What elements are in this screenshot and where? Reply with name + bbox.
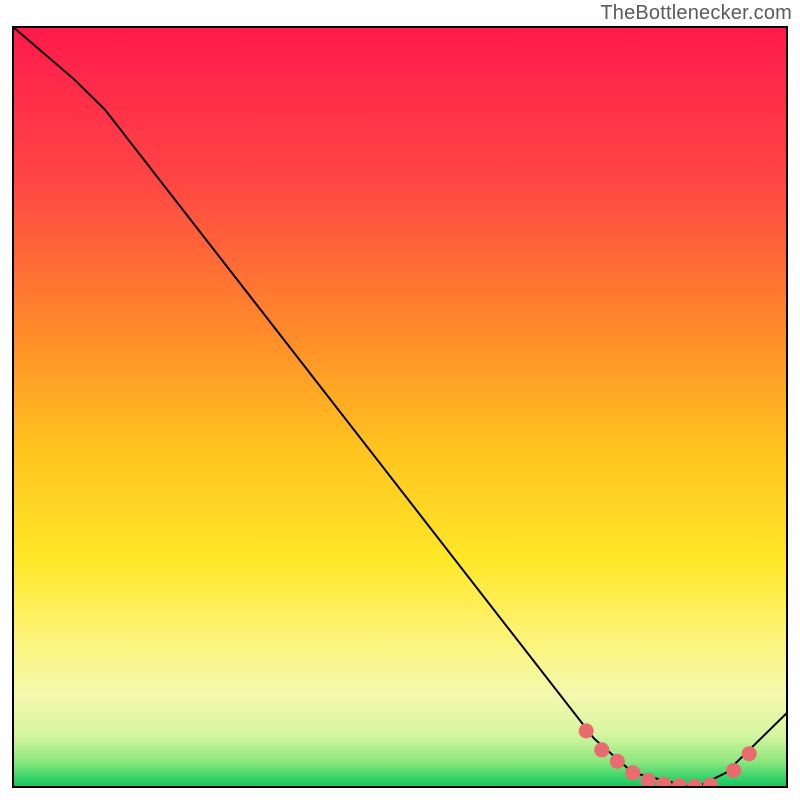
marker-point [726,763,741,778]
marker-point [594,742,609,757]
plot-area [12,26,788,788]
attribution-label: TheBottlenecker.com [600,2,792,25]
marker-point [579,723,594,738]
marker-point [625,765,640,780]
chart-svg [12,26,788,788]
marker-point [610,754,625,769]
chart-frame: TheBottlenecker.com [0,0,800,800]
marker-point [641,773,656,788]
marker-point [742,746,757,761]
